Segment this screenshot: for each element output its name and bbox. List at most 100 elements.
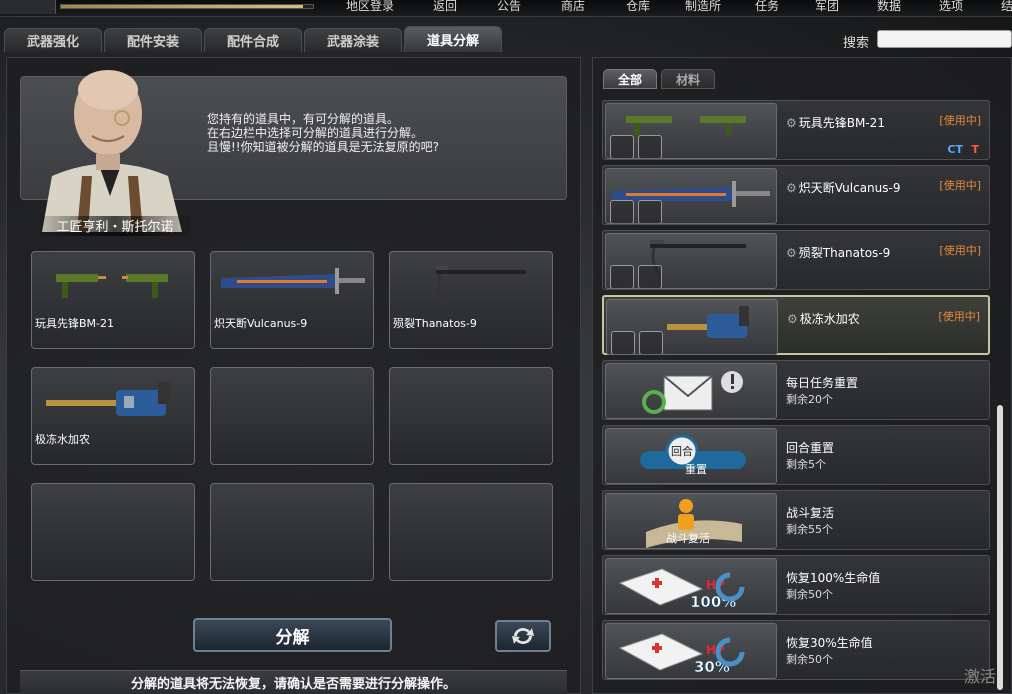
menu-region-login[interactable]: 地区登录 bbox=[330, 0, 410, 14]
item-thumbnail: 战斗复活 bbox=[605, 493, 777, 549]
inventory-scrollbar[interactable] bbox=[997, 405, 1003, 690]
slot-label: 极冻水加农 bbox=[35, 433, 90, 446]
in-use-badge: [使用中] bbox=[939, 179, 981, 192]
inventory-item-selected[interactable]: ⚙ 极冻水加农 [使用中] bbox=[602, 295, 990, 355]
item-count: 剩余50个 bbox=[786, 653, 833, 666]
slot-label: 玩具先锋BM-21 bbox=[35, 317, 115, 330]
menu-clan[interactable]: 军团 bbox=[796, 0, 858, 14]
inventory-item[interactable]: HP 30% 恢复30%生命值 剩余50个 bbox=[602, 620, 990, 680]
water-cannon-icon bbox=[46, 382, 170, 416]
attachment-slot bbox=[638, 135, 662, 158]
dialogue-line: 且慢!!你知道被分解的道具是无法复原的吧? bbox=[207, 140, 439, 154]
item-thumbnail: HP 30% bbox=[605, 623, 777, 679]
attachment-slot bbox=[610, 265, 634, 288]
slot-label: 殒裂Thanatos-9 bbox=[393, 317, 477, 330]
inventory-item[interactable]: ⚙ 炽天断Vulcanus-9 [使用中] bbox=[602, 165, 990, 225]
menu-stats[interactable]: 数据 bbox=[858, 0, 920, 14]
decompose-slot[interactable] bbox=[31, 483, 195, 581]
decompose-slot[interactable]: 极冻水加农 bbox=[31, 367, 195, 465]
ct-badge: CT bbox=[947, 143, 963, 156]
top-menu: 地区登录 返回 公告 商店 仓库 制造所 任务 军团 数据 选项 结束 bbox=[330, 0, 1012, 14]
scythe-gun-icon bbox=[436, 266, 526, 309]
item-name: 每日任务重置 bbox=[786, 376, 859, 390]
menu-back[interactable]: 返回 bbox=[410, 0, 480, 14]
attachment-slot bbox=[638, 200, 662, 223]
tab-weapon-enhance[interactable]: 武器强化 bbox=[4, 28, 102, 52]
inventory-item[interactable]: HP 100% 恢复100%生命值 剩余50个 bbox=[602, 555, 990, 615]
attachment-slot bbox=[639, 331, 663, 354]
tab-part-combine[interactable]: 配件合成 bbox=[204, 28, 302, 52]
item-count: 剩余50个 bbox=[786, 588, 833, 601]
item-name: ⚙ 殒裂Thanatos-9 bbox=[786, 246, 891, 260]
inventory-item[interactable]: 战斗复活 战斗复活 剩余55个 bbox=[602, 490, 990, 550]
mail-reset-icon bbox=[642, 371, 743, 414]
greatsword-icon bbox=[221, 268, 365, 294]
tab-part-install[interactable]: 配件安装 bbox=[104, 28, 202, 52]
medkit-icon: HP 100% bbox=[618, 568, 745, 611]
menu-storage[interactable]: 仓库 bbox=[608, 0, 668, 14]
in-use-badge: [使用中] bbox=[939, 114, 981, 127]
menu-exit[interactable]: 结束 bbox=[982, 0, 1012, 14]
item-name: 战斗复活 bbox=[786, 506, 835, 520]
top-bar: 地区登录 返回 公告 商店 仓库 制造所 任务 军团 数据 选项 结束 bbox=[0, 0, 1012, 17]
npc-name: 工匠亨利・斯托尔诺 bbox=[40, 216, 190, 236]
revive-icon: 战斗复活 bbox=[646, 499, 742, 548]
attachment-slot bbox=[638, 265, 662, 288]
dialogue-line: 在右边栏中选择可分解的道具进行分解。 bbox=[207, 126, 424, 140]
item-name: 恢复30%生命值 bbox=[786, 636, 873, 650]
npc-portrait bbox=[42, 70, 182, 232]
svg-text:100%: 100% bbox=[690, 593, 736, 611]
gear-icon: ⚙ bbox=[787, 312, 798, 326]
refresh-icon bbox=[512, 628, 534, 644]
t-badge: T bbox=[971, 143, 979, 156]
menu-missions[interactable]: 任务 bbox=[738, 0, 796, 14]
player-avatar bbox=[0, 0, 56, 14]
tab-item-decompose[interactable]: 道具分解 bbox=[404, 26, 502, 52]
decompose-slot[interactable]: 殒裂Thanatos-9 bbox=[389, 251, 553, 349]
inventory-item[interactable]: ⚙ 殒裂Thanatos-9 [使用中] bbox=[602, 230, 990, 290]
medkit-icon: HP 30% bbox=[618, 633, 745, 676]
decompose-slot[interactable]: 玩具先锋BM-21 bbox=[31, 251, 195, 349]
gear-icon: ⚙ bbox=[786, 181, 797, 195]
item-name: ⚙ 极冻水加农 bbox=[787, 312, 860, 326]
in-use-badge: [使用中] bbox=[939, 244, 981, 257]
decompose-slot[interactable] bbox=[389, 483, 553, 581]
slot-label: 炽天断Vulcanus-9 bbox=[214, 317, 308, 330]
decompose-button[interactable]: 分解 bbox=[193, 618, 392, 652]
item-name: ⚙ 玩具先锋BM-21 bbox=[786, 116, 885, 130]
round-reset-icon: 回合 重置 bbox=[640, 434, 746, 476]
decompose-slot[interactable] bbox=[389, 367, 553, 465]
item-thumbnail bbox=[605, 168, 777, 224]
menu-notice[interactable]: 公告 bbox=[480, 0, 538, 14]
item-thumbnail bbox=[605, 103, 777, 159]
workshop-tabs: 武器强化 配件安装 配件合成 武器涂装 道具分解 bbox=[4, 26, 502, 52]
in-use-badge: [使用中] bbox=[938, 310, 980, 323]
decompose-slot[interactable] bbox=[210, 367, 374, 465]
item-thumbnail: 回合 重置 bbox=[605, 428, 777, 484]
refresh-button[interactable] bbox=[495, 620, 551, 652]
svg-text:战斗复活: 战斗复活 bbox=[666, 531, 710, 545]
attachment-slot bbox=[611, 331, 635, 354]
menu-options[interactable]: 选项 bbox=[920, 0, 982, 14]
tab-weapon-paint[interactable]: 武器涂装 bbox=[304, 28, 402, 52]
menu-workshop[interactable]: 制造所 bbox=[668, 0, 738, 14]
tab-materials[interactable]: 材料 bbox=[661, 69, 715, 89]
item-name: ⚙ 炽天断Vulcanus-9 bbox=[786, 181, 901, 195]
gear-icon: ⚙ bbox=[786, 116, 797, 130]
toy-smg-icon bbox=[56, 274, 168, 298]
menu-shop[interactable]: 商店 bbox=[538, 0, 608, 14]
svg-text:回合: 回合 bbox=[671, 444, 693, 458]
inventory-item[interactable]: ⚙ 玩具先锋BM-21 [使用中] CT T bbox=[602, 100, 990, 160]
decompose-slot[interactable] bbox=[210, 483, 374, 581]
inventory-item[interactable]: 回合 重置 回合重置 剩余5个 bbox=[602, 425, 990, 485]
npc-dialogue: 您持有的道具中，有可分解的道具。 在右边栏中选择可分解的道具进行分解。 且慢!!… bbox=[207, 112, 547, 154]
attachment-slot bbox=[610, 200, 634, 223]
tab-all[interactable]: 全部 bbox=[603, 69, 657, 89]
decompose-slot[interactable]: 炽天断Vulcanus-9 bbox=[210, 251, 374, 349]
search-input[interactable] bbox=[877, 30, 1012, 48]
gear-icon: ⚙ bbox=[786, 246, 797, 260]
item-count: 剩余20个 bbox=[786, 393, 833, 406]
dialogue-line: 您持有的道具中，有可分解的道具。 bbox=[207, 112, 400, 126]
item-name: 恢复100%生命值 bbox=[786, 571, 881, 585]
inventory-item[interactable]: 每日任务重置 剩余20个 bbox=[602, 360, 990, 420]
